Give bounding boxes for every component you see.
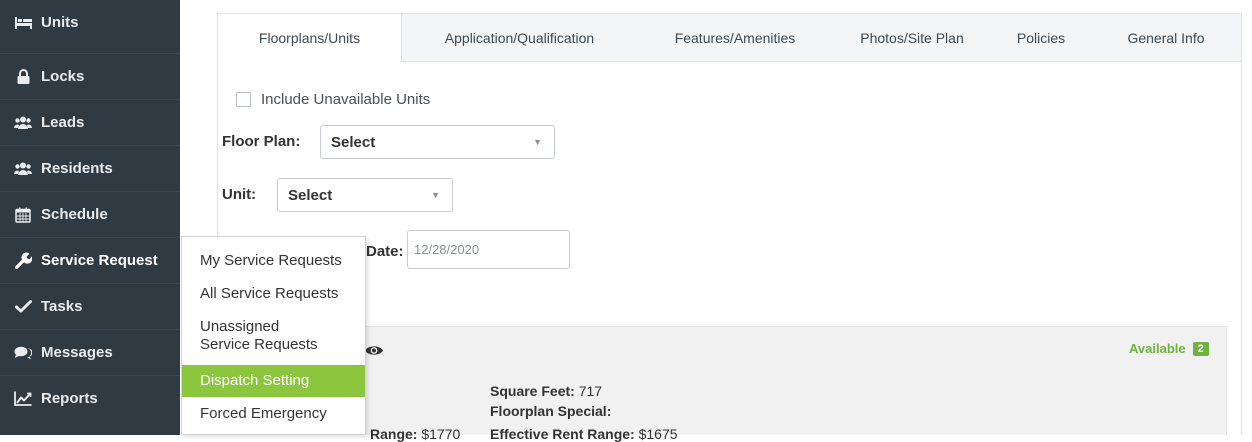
sidebar: Units Locks Leads Residents Schedule Ser… — [0, 0, 180, 435]
floor-plan-label: Floor Plan: — [222, 133, 301, 150]
tab-application-qualification[interactable]: Application/Qualification — [402, 14, 637, 61]
sidebar-item-label: Locks — [41, 68, 85, 85]
rent-range-label: Range: — [370, 426, 418, 442]
unit-select-value: Select — [288, 186, 333, 204]
sidebar-item-tasks[interactable]: Tasks — [0, 283, 180, 329]
tab-features-amenities[interactable]: Features/Amenities — [637, 14, 833, 61]
sidebar-item-residents[interactable]: Residents — [0, 145, 180, 191]
menu-item-label-line1: Unassigned — [200, 318, 280, 335]
floor-plan-select-value: Select — [331, 133, 376, 151]
sidebar-item-label: Units — [41, 14, 79, 31]
menu-item-label-line2: Service Requests — [200, 336, 318, 353]
availability-count-badge: 2 — [1192, 341, 1209, 356]
include-unavailable-label: Include Unavailable Units — [261, 91, 431, 108]
unit-label: Unit: — [222, 186, 257, 203]
effective-rent-range: Effective Rent Range: $1675 — [490, 426, 678, 442]
menu-item-all-service-requests[interactable]: All Service Requests — [182, 285, 365, 303]
move-in-date-label: Date: — [366, 243, 404, 260]
sidebar-item-units[interactable]: Units — [0, 0, 180, 45]
menu-item-my-service-requests[interactable]: My Service Requests — [182, 252, 365, 270]
include-unavailable-row[interactable]: Include Unavailable Units — [236, 91, 430, 108]
availability-label: Available — [1129, 341, 1186, 356]
caret-down-icon: ▼ — [533, 137, 542, 147]
tab-bar: Floorplans/Units Application/Qualificati… — [218, 14, 1241, 62]
comments-icon — [14, 346, 32, 360]
sidebar-item-label: Leads — [41, 114, 85, 131]
rent-range-value: $1770 — [421, 426, 461, 442]
floorplan-card — [230, 326, 1227, 435]
effective-rent-label: Effective Rent Range: — [490, 426, 635, 442]
sidebar-item-messages[interactable]: Messages — [0, 329, 180, 375]
unit-select[interactable]: Select ▼ — [277, 178, 453, 212]
tab-general-info[interactable]: General Info — [1091, 14, 1241, 61]
floorplan-special: Floorplan Special: — [490, 403, 611, 419]
tab-photos-site-plan[interactable]: Photos/Site Plan — [833, 14, 991, 61]
menu-item-dispatch-setting[interactable]: Dispatch Setting — [182, 365, 365, 397]
move-in-date-input[interactable]: 12/28/2020 — [407, 230, 570, 269]
floor-plan-select[interactable]: Select ▼ — [320, 125, 555, 159]
sidebar-item-label: Messages — [41, 344, 113, 361]
square-feet-label: Square Feet: — [490, 383, 575, 399]
menu-item-unassigned-service-requests[interactable]: Unassigned Service Requests — [182, 318, 365, 354]
line-chart-icon — [14, 391, 32, 406]
eye-icon[interactable] — [364, 344, 384, 362]
check-icon — [14, 300, 32, 313]
sidebar-item-service-request[interactable]: Service Request — [0, 237, 180, 283]
wrench-icon — [14, 252, 32, 269]
floorplan-special-label: Floorplan Special: — [490, 403, 612, 419]
tab-floorplans-units[interactable]: Floorplans/Units — [218, 14, 402, 62]
sidebar-item-leads[interactable]: Leads — [0, 99, 180, 145]
sidebar-item-label: Reports — [41, 390, 98, 407]
square-feet: Square Feet: 717 — [490, 383, 602, 399]
calendar-icon — [14, 207, 32, 223]
rent-range: Range: $1770 — [370, 426, 460, 442]
square-feet-value: 717 — [578, 383, 603, 399]
menu-item-forced-emergency[interactable]: Forced Emergency — [182, 405, 365, 423]
users-icon — [14, 162, 32, 175]
sidebar-item-label: Tasks — [41, 298, 83, 315]
sidebar-item-label: Schedule — [41, 206, 108, 223]
bed-icon — [14, 16, 32, 29]
lock-icon — [14, 69, 32, 84]
sidebar-item-locks[interactable]: Locks — [0, 53, 180, 99]
users-icon — [14, 116, 32, 129]
caret-down-icon: ▼ — [431, 190, 440, 200]
effective-rent-value: $1675 — [638, 426, 678, 442]
sidebar-item-reports[interactable]: Reports — [0, 375, 180, 421]
availability-status: Available 2 — [1129, 341, 1209, 356]
sidebar-item-label: Residents — [41, 160, 113, 177]
sidebar-item-label: Service Request — [41, 252, 158, 269]
tab-policies[interactable]: Policies — [991, 14, 1091, 61]
include-unavailable-checkbox[interactable] — [236, 92, 251, 107]
sidebar-item-schedule[interactable]: Schedule — [0, 191, 180, 237]
service-request-menu: My Service Requests All Service Requests… — [181, 236, 366, 435]
